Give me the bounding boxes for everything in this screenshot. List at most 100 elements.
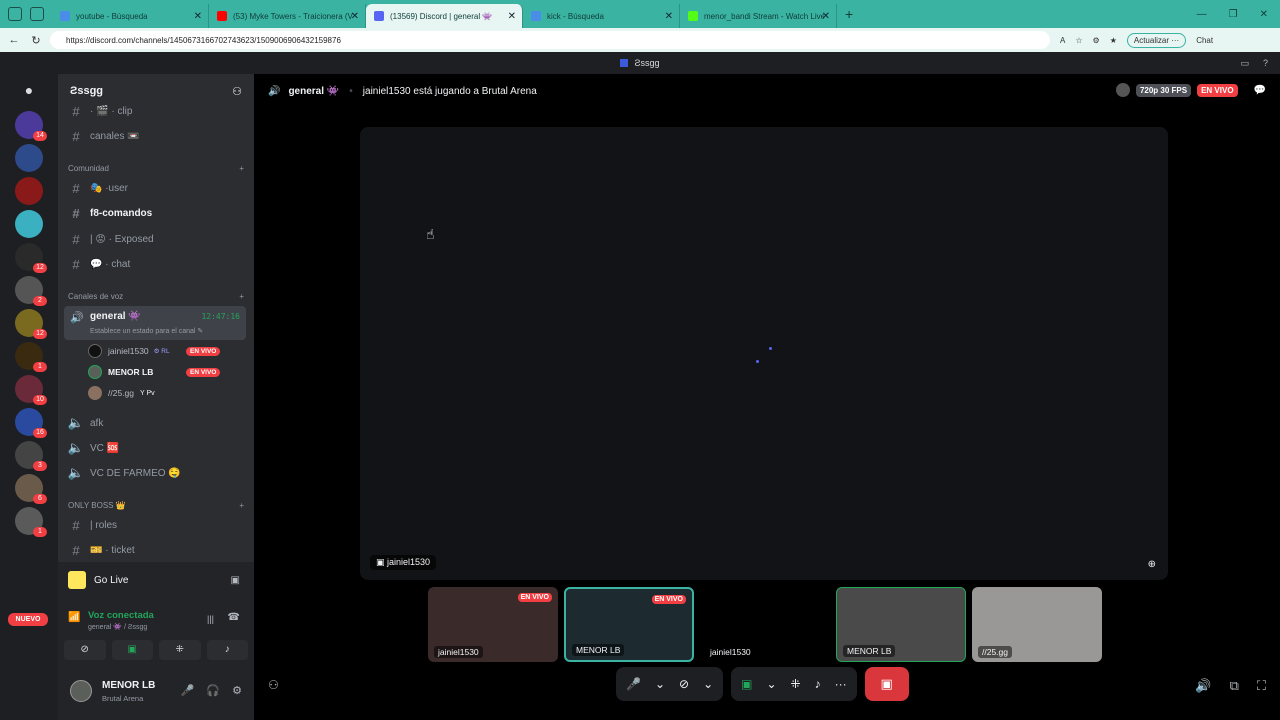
browser-tab-youtube-video[interactable]: (53) Myke Towers - Traicionera (V ✕: [209, 4, 366, 28]
close-window-icon[interactable]: ✕: [1260, 9, 1268, 20]
headphones-icon[interactable]: 🎧: [206, 684, 220, 697]
voice-channel-vc[interactable]: 🔈 VC 🆘: [66, 437, 248, 459]
category-only-boss[interactable]: ONLY BOSS 👑 +: [68, 501, 244, 510]
viewer-avatar[interactable]: [1115, 83, 1130, 97]
help-icon[interactable]: ?: [1263, 58, 1268, 69]
category-comunidad[interactable]: Comunidad +: [68, 164, 244, 173]
browser-tab-kick-search[interactable]: kick - Búsqueda ✕: [523, 4, 680, 28]
participant-tile[interactable]: EN VIVO MENOR LB: [564, 587, 694, 662]
add-member-icon[interactable]: ⚇: [232, 85, 242, 98]
browser-tab-youtube-search[interactable]: youtube - Búsqueda ✕: [52, 4, 209, 28]
noise-suppression-icon[interactable]: |||: [207, 614, 214, 624]
restore-icon[interactable]: ❐: [1229, 9, 1238, 20]
main-stream-video[interactable]: ▣ jainiel1530 ⊕: [360, 127, 1168, 580]
channel-clip[interactable]: # · 🎬 · clip: [66, 100, 248, 122]
participant-tile[interactable]: EN VIVO jainiel1530: [428, 587, 558, 662]
channel-f8-comandos[interactable]: # f8-comandos: [66, 202, 248, 224]
participant-tile[interactable]: //25.gg: [972, 587, 1102, 662]
discord-home-icon[interactable]: ●: [13, 74, 45, 106]
browser-tab-discord[interactable]: (13569) Discord | general 👾 ✕: [366, 4, 523, 28]
avatar[interactable]: [70, 680, 92, 702]
add-channel-icon[interactable]: +: [239, 292, 244, 301]
server-icon[interactable]: 2: [15, 276, 47, 306]
server-icon[interactable]: [15, 210, 43, 238]
extensions-icon[interactable]: ⚙: [1093, 36, 1100, 45]
invite-icon[interactable]: ⚇: [268, 678, 279, 692]
more-options-icon[interactable]: ···: [835, 677, 847, 691]
favorite-star-icon[interactable]: ☆: [1075, 36, 1082, 45]
go-live-bar[interactable]: Go Live ▣: [58, 562, 254, 598]
voice-user[interactable]: //25.gg Y Pv: [88, 384, 248, 402]
close-tab-icon[interactable]: ✕: [351, 11, 359, 22]
channel-ticket[interactable]: # 🎫 · ticket: [66, 539, 248, 561]
server-icon[interactable]: 1: [15, 507, 47, 537]
fullscreen-icon[interactable]: ⛶: [1257, 678, 1266, 694]
voice-channel-afk[interactable]: 🔈 afk: [66, 412, 248, 434]
participant-tile[interactable]: jainiel1530: [700, 587, 830, 662]
signal-icon[interactable]: 📶: [68, 612, 80, 623]
microphone-icon[interactable]: 🎤: [626, 677, 641, 691]
browser-tab-kick-stream[interactable]: menor_bandi Stream - Watch Live ✕: [680, 4, 837, 28]
copilot-button[interactable]: Chat: [1196, 36, 1213, 45]
server-icon[interactable]: 1: [15, 342, 47, 372]
channel-roles[interactable]: # | roles: [66, 514, 248, 536]
channel-exposed[interactable]: # | 😡 · Exposed: [66, 228, 248, 250]
channel-status-prompt[interactable]: Establece un estado para el canal ✎: [90, 327, 203, 335]
url-field[interactable]: https://discord.com/channels/14506731667…: [50, 31, 1050, 49]
zoom-icon[interactable]: ⊕: [1148, 559, 1156, 570]
user-name[interactable]: MENOR LB: [102, 680, 155, 691]
close-tab-icon[interactable]: ✕: [194, 11, 202, 22]
reload-icon[interactable]: ↻: [28, 34, 44, 47]
soundboard-button[interactable]: ♪: [206, 640, 248, 660]
stream-screen-icon[interactable]: ▣: [231, 575, 240, 586]
screen-share-icon[interactable]: ▣: [741, 677, 752, 691]
close-tab-icon[interactable]: ✕: [508, 11, 516, 22]
activities-icon[interactable]: ⁜: [791, 677, 801, 691]
server-icon[interactable]: 12: [15, 309, 47, 339]
disconnect-icon[interactable]: ☎: [228, 612, 240, 623]
camera-off-icon[interactable]: ⊘: [679, 677, 689, 691]
close-tab-icon[interactable]: ✕: [665, 11, 673, 22]
voice-user[interactable]: MENOR LB EN VIVO: [88, 363, 248, 381]
channel-chat[interactable]: # 💬 · chat: [66, 253, 248, 275]
inbox-icon[interactable]: ▭: [1240, 58, 1249, 69]
voice-channel-general[interactable]: 🔊 general 👾 12:47:16 Establece un estado…: [64, 306, 246, 340]
camera-off-button[interactable]: ⊘: [64, 640, 106, 660]
server-icon[interactable]: 10: [15, 375, 47, 405]
server-icon[interactable]: 6: [15, 474, 47, 504]
minimize-icon[interactable]: —: [1197, 9, 1207, 20]
update-button[interactable]: Actualizar ···: [1126, 32, 1187, 48]
chevron-down-icon[interactable]: ⌄: [703, 677, 713, 691]
server-icon[interactable]: 3: [15, 441, 47, 471]
voice-user[interactable]: jainiel1530 ⚙ RL EN VIVO: [88, 342, 248, 360]
volume-icon[interactable]: 🔊: [1195, 678, 1211, 694]
server-icon[interactable]: 12: [15, 243, 47, 273]
stop-stream-button[interactable]: ▣: [864, 667, 909, 701]
read-aloud-icon[interactable]: A: [1060, 36, 1065, 45]
back-icon[interactable]: ←: [6, 34, 22, 46]
server-icon[interactable]: 16: [15, 408, 47, 438]
popout-icon[interactable]: ⧉: [1230, 678, 1239, 694]
channel-canales[interactable]: # canales 📼: [66, 125, 248, 147]
workspaces-icon[interactable]: [30, 7, 44, 21]
profile-icon[interactable]: [8, 7, 22, 21]
screen-share-button[interactable]: ▣: [111, 640, 153, 660]
microphone-icon[interactable]: 🎤: [181, 684, 195, 697]
server-icon[interactable]: [15, 177, 43, 205]
new-tab-icon[interactable]: +: [845, 6, 853, 22]
add-channel-icon[interactable]: +: [239, 164, 244, 173]
activities-button[interactable]: ⁜: [159, 640, 201, 660]
add-channel-icon[interactable]: +: [239, 501, 244, 510]
voice-channel-farmeo[interactable]: 🔈 VC DE FARMEO 🤤: [66, 462, 248, 484]
chat-bubble-icon[interactable]: 💬: [1254, 85, 1266, 96]
favorites-icon[interactable]: ★: [1110, 36, 1117, 45]
chevron-down-icon[interactable]: ⌄: [766, 677, 776, 691]
server-icon[interactable]: 14: [15, 111, 47, 141]
channel-user[interactable]: # 🎭 ·user: [66, 177, 248, 199]
settings-gear-icon[interactable]: ⚙: [232, 684, 242, 697]
server-icon[interactable]: [15, 144, 43, 172]
soundboard-icon[interactable]: ♪: [815, 677, 821, 691]
chevron-down-icon[interactable]: ⌄: [655, 677, 665, 691]
close-tab-icon[interactable]: ✕: [822, 11, 830, 22]
participant-tile[interactable]: MENOR LB: [836, 587, 966, 662]
